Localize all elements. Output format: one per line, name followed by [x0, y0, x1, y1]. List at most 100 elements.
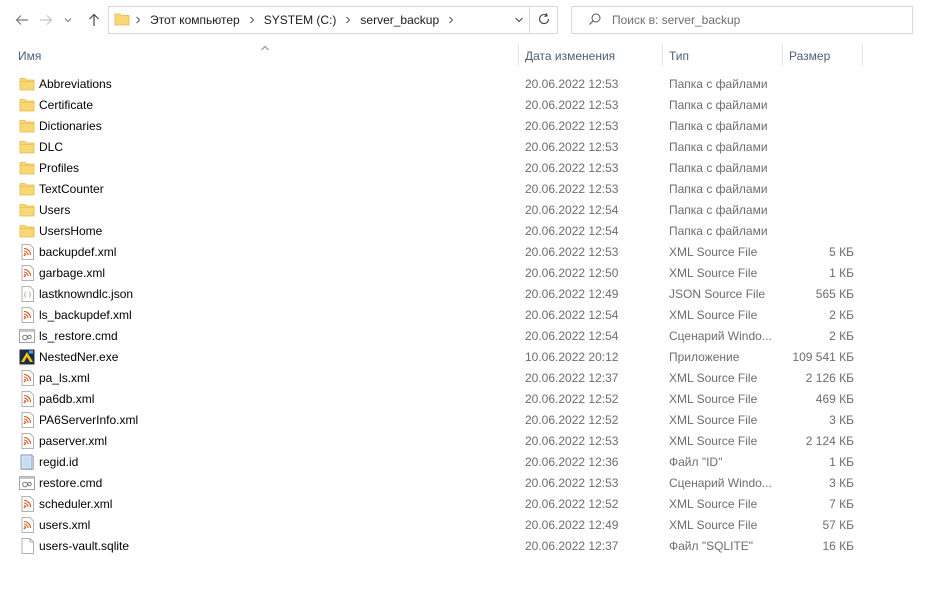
- forward-button[interactable]: [34, 8, 58, 32]
- column-header-type[interactable]: Тип: [663, 44, 782, 68]
- chevron-right-icon[interactable]: [443, 16, 459, 24]
- file-date: 20.06.2022 12:53: [525, 476, 619, 490]
- file-name: PA6ServerInfo.xml: [39, 413, 139, 427]
- column-divider[interactable]: [862, 44, 863, 66]
- back-button[interactable]: [10, 8, 34, 32]
- breadcrumb-this-pc[interactable]: Этот компьютер: [146, 13, 244, 27]
- file-type: XML Source File: [669, 308, 758, 322]
- file-row[interactable]: Dictionaries 20.06.2022 12:53 Папка с файл…: [0, 115, 926, 136]
- file-name: ls_restore.cmd: [39, 329, 118, 343]
- file-row[interactable]: TextCounter 20.06.2022 12:53 Папка с файла…: [0, 178, 926, 199]
- file-row[interactable]: ls_backupdef.xml 20.06.2022 12:54 XML Sour…: [0, 304, 926, 325]
- folder-icon: [19, 160, 35, 176]
- breadcrumb-server-backup[interactable]: server_backup: [356, 13, 443, 27]
- file-row[interactable]: UsersHome 20.06.2022 12:54 Папка с файлами: [0, 220, 926, 241]
- file-name: pa6db.xml: [39, 392, 95, 406]
- exe-file-icon: [19, 349, 35, 365]
- file-name: Dictionaries: [39, 119, 102, 133]
- file-date: 20.06.2022 12:54: [525, 329, 619, 343]
- file-type: Папка с файлами: [669, 119, 768, 133]
- file-date: 20.06.2022 12:49: [525, 287, 619, 301]
- file-type: XML Source File: [669, 413, 758, 427]
- folder-icon: [19, 223, 35, 239]
- file-row[interactable]: lastknowndlc.json 20.06.2022 12:49 JSON So…: [0, 283, 926, 304]
- file-date: 20.06.2022 12:54: [525, 203, 619, 217]
- file-name: DLC: [39, 140, 64, 154]
- folder-icon: [19, 118, 35, 134]
- column-header-date[interactable]: Дата изменения: [519, 44, 662, 68]
- file-type: Файл "SQLITE": [669, 539, 754, 553]
- file-date: 20.06.2022 12:54: [525, 224, 619, 238]
- id-file-icon: [19, 454, 35, 470]
- file-name: Certificate: [39, 98, 94, 112]
- file-size: 7 КБ: [829, 497, 854, 511]
- file-size: 565 КБ: [815, 287, 854, 301]
- file-row[interactable]: ls_restore.cmd 20.06.2022 12:54 Сценарий W…: [0, 325, 926, 346]
- file-size: 57 КБ: [822, 518, 854, 532]
- folder-icon: [19, 76, 35, 92]
- xml-file-icon: [19, 307, 35, 323]
- up-button[interactable]: [82, 8, 106, 32]
- file-name: ls_backupdef.xml: [39, 308, 132, 322]
- file-name: Abbreviations: [39, 77, 112, 91]
- address-bar[interactable]: Этот компьютер SYSTEM (C:) server_backup: [108, 6, 530, 34]
- search-box[interactable]: [571, 6, 913, 34]
- file-row[interactable]: backupdef.xml 20.06.2022 12:53 XML Source …: [0, 241, 926, 262]
- file-row[interactable]: Profiles 20.06.2022 12:53 Папка с файлами: [0, 157, 926, 178]
- cmd-file-icon: [19, 475, 35, 491]
- file-type: Папка с файлами: [669, 182, 768, 196]
- file-size: 469 КБ: [815, 392, 854, 406]
- file-row[interactable]: Abbreviations 20.06.2022 12:53 Папка с фай…: [0, 73, 926, 94]
- file-row[interactable]: DLC 20.06.2022 12:53 Папка с файлами: [0, 136, 926, 157]
- file-name: TextCounter: [39, 182, 104, 196]
- file-date: 20.06.2022 12:37: [525, 539, 619, 553]
- xml-file-icon: [19, 496, 35, 512]
- file-row[interactable]: pa_ls.xml 20.06.2022 12:37 XML Source File…: [0, 367, 926, 388]
- breadcrumb-system-drive[interactable]: SYSTEM (C:): [260, 13, 341, 27]
- column-header-name[interactable]: Имя: [12, 44, 518, 68]
- recent-locations-button[interactable]: [60, 8, 76, 32]
- xml-file-icon: [19, 517, 35, 533]
- search-input[interactable]: [612, 13, 902, 27]
- file-date: 20.06.2022 12:52: [525, 392, 619, 406]
- chevron-right-icon[interactable]: [130, 16, 146, 24]
- file-size: 2 КБ: [829, 329, 854, 343]
- json-file-icon: [19, 286, 35, 302]
- file-type: Папка с файлами: [669, 98, 768, 112]
- address-dropdown-icon[interactable]: [513, 14, 525, 29]
- file-row[interactable]: garbage.xml 20.06.2022 12:50 XML Source Fi…: [0, 262, 926, 283]
- file-date: 20.06.2022 12:53: [525, 119, 619, 133]
- file-row[interactable]: users-vault.sqlite 20.06.2022 12:37 Файл "…: [0, 535, 926, 556]
- file-type: XML Source File: [669, 266, 758, 280]
- column-header-size[interactable]: Размер: [783, 44, 862, 68]
- file-row[interactable]: scheduler.xml 20.06.2022 12:52 XML Source …: [0, 493, 926, 514]
- file-row[interactable]: Certificate 20.06.2022 12:53 Папка с файла…: [0, 94, 926, 115]
- file-date: 20.06.2022 12:53: [525, 140, 619, 154]
- file-type: JSON Source File: [669, 287, 766, 301]
- folder-icon: [19, 181, 35, 197]
- file-row[interactable]: paserver.xml 20.06.2022 12:53 XML Source F…: [0, 430, 926, 451]
- arrow-up-icon: [87, 13, 101, 27]
- column-header-name-label: Имя: [18, 49, 42, 63]
- refresh-button[interactable]: [530, 6, 558, 34]
- file-type: Сценарий Windo...: [669, 329, 772, 343]
- file-row[interactable]: restore.cmd 20.06.2022 12:53 Сценарий Wind…: [0, 472, 926, 493]
- file-name: regid.id: [39, 455, 79, 469]
- file-type: Папка с файлами: [669, 77, 768, 91]
- file-row[interactable]: PA6ServerInfo.xml 20.06.2022 12:52 XML Sou…: [0, 409, 926, 430]
- file-row[interactable]: users.xml 20.06.2022 12:49 XML Source File…: [0, 514, 926, 535]
- file-name: restore.cmd: [39, 476, 103, 490]
- xml-file-icon: [19, 391, 35, 407]
- arrow-left-icon: [15, 13, 29, 27]
- file-size: 3 КБ: [829, 413, 854, 427]
- chevron-right-icon[interactable]: [340, 16, 356, 24]
- file-name: backupdef.xml: [39, 245, 117, 259]
- file-row[interactable]: pa6db.xml 20.06.2022 12:52 XML Source File…: [0, 388, 926, 409]
- file-row[interactable]: NestedNer.exe 10.06.2022 20:12 Приложение 1…: [0, 346, 926, 367]
- chevron-right-icon[interactable]: [244, 16, 260, 24]
- file-row[interactable]: regid.id 20.06.2022 12:36 Файл "ID" 1 КБ: [0, 451, 926, 472]
- file-row[interactable]: Users 20.06.2022 12:54 Папка с файлами: [0, 199, 926, 220]
- file-type: XML Source File: [669, 497, 758, 511]
- file-size: 2 126 КБ: [805, 371, 854, 385]
- file-type: Сценарий Windo...: [669, 476, 772, 490]
